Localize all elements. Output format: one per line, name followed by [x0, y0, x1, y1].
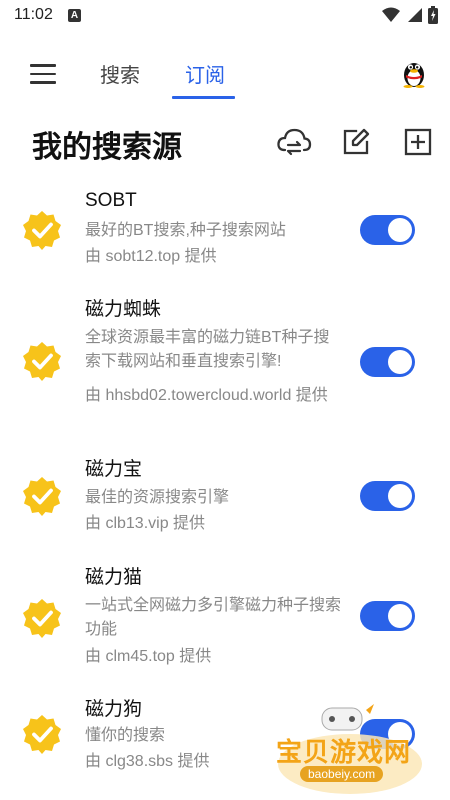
- active-tab-indicator: [172, 96, 235, 99]
- verified-badge-icon: [23, 342, 61, 381]
- qq-penguin-avatar[interactable]: [400, 58, 428, 88]
- source-toggle[interactable]: [360, 481, 415, 511]
- source-description: 最好的BT搜索,种子搜索网站: [85, 222, 286, 239]
- list-item: 磁力宝 最佳的资源搜索引擎 由 clb13.vip 提供: [0, 452, 450, 560]
- source-provider: 由 sobt12.top 提供: [85, 248, 217, 265]
- source-name: 磁力猫: [85, 567, 143, 588]
- top-navigation: 搜索 订阅: [0, 40, 450, 100]
- source-provider: 由 hhsbd02.towercloud.world 提供: [85, 387, 328, 404]
- tab-search[interactable]: 搜索: [100, 59, 140, 88]
- verified-badge-icon: [23, 599, 61, 638]
- tab-subscribe[interactable]: 订阅: [185, 59, 225, 88]
- source-description: 全球资源最丰富的磁力链BT种子搜索下载网站和垂直搜索引擎!: [85, 329, 330, 370]
- page-title: 我的搜索源: [32, 131, 182, 164]
- source-name: 磁力狗: [85, 699, 143, 720]
- cloud-sync-icon[interactable]: [276, 126, 312, 158]
- watermark-url: baobeiy.com: [300, 766, 384, 782]
- source-toggle[interactable]: [360, 215, 415, 245]
- source-provider: 由 clm45.top 提供: [85, 648, 212, 665]
- edit-icon[interactable]: [340, 126, 372, 158]
- verified-badge-icon: [23, 211, 61, 250]
- source-name: SOBT: [85, 190, 137, 211]
- wifi-icon: [382, 7, 400, 22]
- source-name: 磁力宝: [85, 459, 143, 480]
- notification-icon: A: [68, 9, 81, 22]
- verified-badge-icon: [23, 715, 61, 754]
- source-toggle[interactable]: [360, 601, 415, 631]
- page-header: 我的搜索源: [0, 118, 450, 166]
- status-time: 11:02: [14, 6, 53, 23]
- status-bar: 11:02 A: [0, 0, 450, 32]
- source-name: 磁力蜘蛛: [85, 299, 162, 320]
- signal-icon: [408, 8, 422, 22]
- source-provider: 由 clb13.vip 提供: [85, 515, 206, 532]
- watermark-logo: 宝贝游戏网 baobeiy.com: [270, 700, 430, 795]
- list-item: SOBT 最好的BT搜索,种子搜索网站 由 sobt12.top 提供: [0, 188, 450, 292]
- add-icon[interactable]: [402, 126, 434, 158]
- verified-badge-icon: [23, 477, 61, 516]
- menu-icon[interactable]: [30, 64, 56, 84]
- watermark-text: 宝贝游戏网: [276, 738, 412, 768]
- source-description: 一站式全网磁力多引擎磁力种子搜索功能: [85, 597, 342, 638]
- source-toggle[interactable]: [360, 347, 415, 377]
- battery-icon: [428, 6, 438, 24]
- status-icons: [382, 6, 438, 24]
- list-item: 磁力猫 一站式全网磁力多引擎磁力种子搜索功能 由 clm45.top 提供: [0, 560, 450, 692]
- list-item: 磁力蜘蛛 全球资源最丰富的磁力链BT种子搜索下载网站和垂直搜索引擎! 由 hhs…: [0, 292, 450, 452]
- source-description: 最佳的资源搜索引擎: [85, 489, 230, 506]
